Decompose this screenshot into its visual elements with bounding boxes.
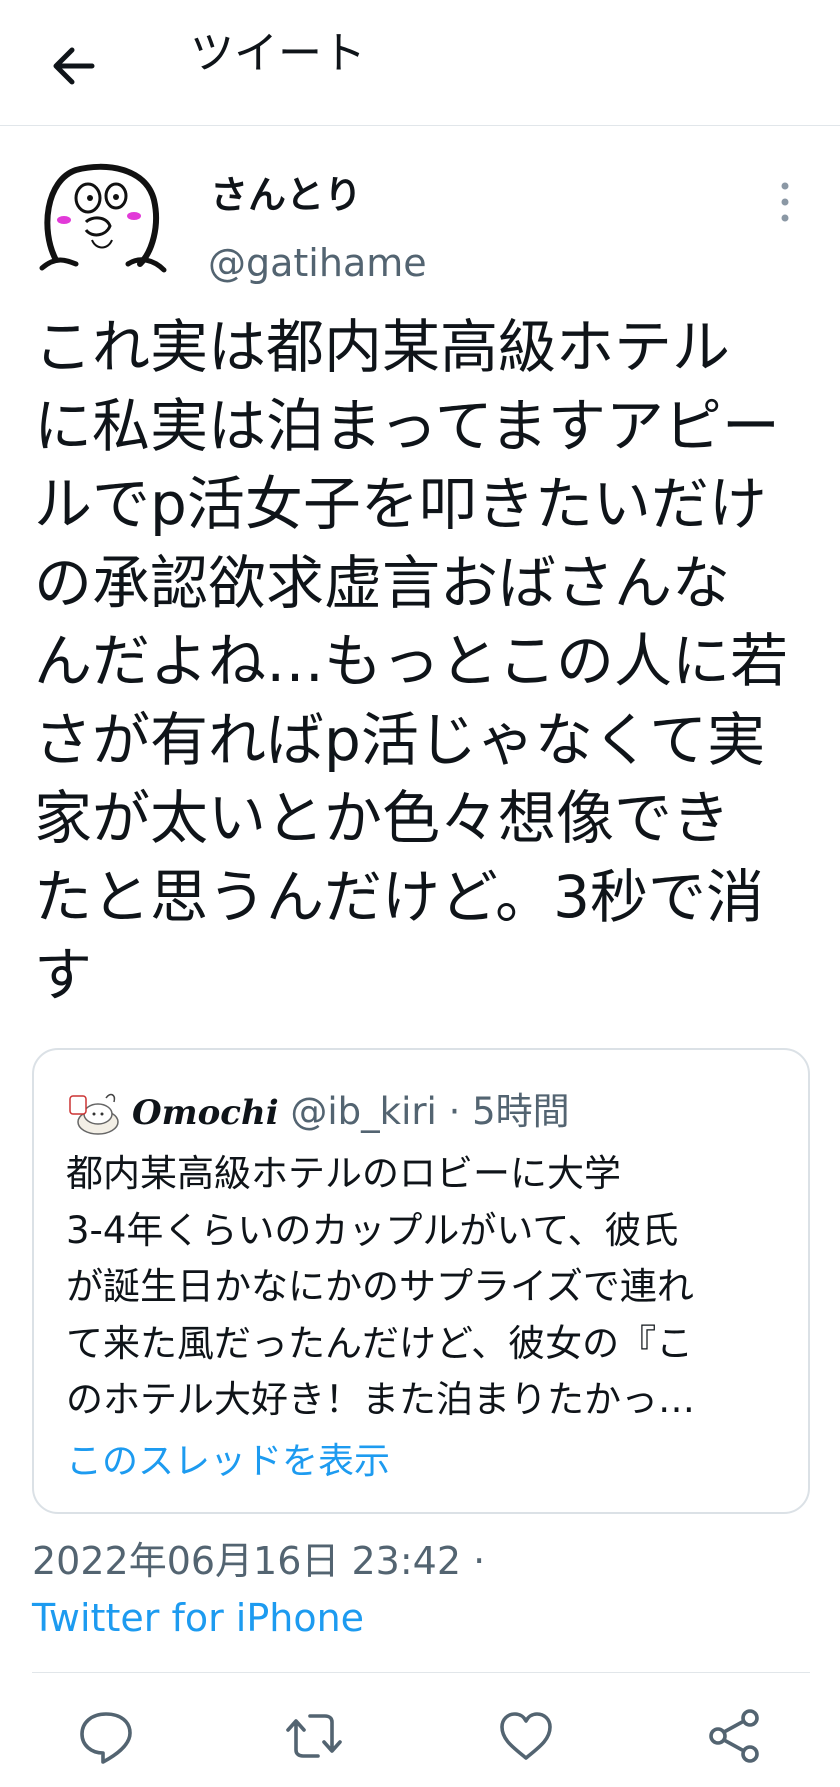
author-handle[interactable]: @gatihame: [208, 238, 427, 288]
quoted-tweet-card[interactable]: Omochi @ib_kiri · 5時間 都内某高級ホテルのロビーに大学 3-…: [32, 1048, 810, 1514]
more-options-button[interactable]: [772, 180, 798, 224]
top-bar: ツイート: [0, 0, 840, 126]
share-button[interactable]: [702, 1704, 766, 1768]
heart-icon: [500, 1712, 552, 1760]
mochi-illustration-avatar: [69, 1093, 119, 1135]
like-button[interactable]: [494, 1704, 558, 1768]
retweet-icon: [286, 1714, 342, 1758]
quoted-tweet-text: 都内某高級ホテルのロビーに大学 3-4年くらいのカップルがいて、彼氏 が誕生日か…: [66, 1152, 695, 1421]
arrow-left-icon: [53, 47, 95, 85]
separator-dot: ·: [448, 1090, 461, 1133]
share-icon: [709, 1709, 759, 1763]
tweet-timestamp[interactable]: 2022年06月16日 23:42 ·: [32, 1532, 485, 1590]
tweet-source-link[interactable]: Twitter for iPhone: [32, 1590, 364, 1646]
vertical-ellipsis-icon: [781, 182, 789, 222]
retweet-button[interactable]: [282, 1704, 346, 1768]
hand-drawn-face-avatar: [39, 163, 167, 273]
author-name[interactable]: さんとり: [210, 170, 362, 220]
divider: [32, 1672, 810, 1673]
back-button[interactable]: [38, 20, 110, 92]
page-title: ツイート: [190, 28, 366, 79]
author-avatar[interactable]: [36, 160, 168, 280]
quoted-tweet-header: Omochi @ib_kiri · 5時間: [132, 1086, 570, 1139]
quoted-author-name: Omochi: [132, 1093, 279, 1133]
show-thread-link[interactable]: このスレッドを表示: [66, 1436, 390, 1488]
reply-button[interactable]: [74, 1704, 138, 1768]
quoted-author-avatar: [68, 1088, 120, 1138]
reply-bubble-icon: [80, 1712, 132, 1764]
quoted-tweet-time: 5時間: [472, 1090, 570, 1133]
quoted-author-handle: @ib_kiri: [290, 1090, 437, 1133]
tweet-text: これ実は都内某高級ホテル に私実は泊まってますアピー ルでp活女子を叩きたいだけ…: [34, 313, 789, 1009]
